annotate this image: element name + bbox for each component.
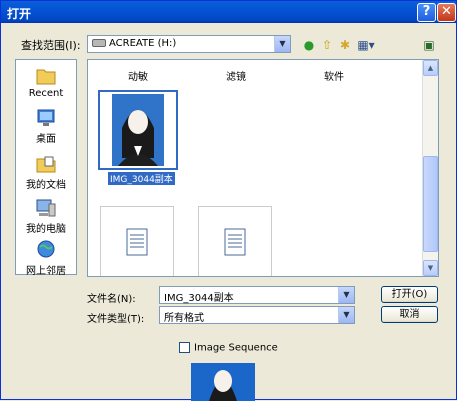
open-button[interactable]: 打开(O) bbox=[381, 286, 438, 303]
window-title: 打开 bbox=[7, 7, 32, 21]
help-button[interactable]: ? bbox=[417, 3, 436, 22]
image-sequence-label: Image Sequence bbox=[194, 342, 278, 354]
file-list: 动敏 滤镜 软件 IMG_3044副本 ▲ ▼ bbox=[87, 59, 439, 277]
scroll-down-icon[interactable]: ▼ bbox=[423, 260, 438, 276]
network-icon bbox=[37, 240, 55, 258]
filetype-dropdown[interactable]: 所有格式 ▼ bbox=[159, 306, 355, 324]
chevron-down-icon[interactable]: ▼ bbox=[338, 287, 354, 303]
place-recent[interactable]: Recent bbox=[16, 66, 76, 99]
image-preview bbox=[191, 363, 255, 401]
place-desktop[interactable]: 桌面 bbox=[16, 108, 76, 145]
place-network[interactable]: 网上邻居 bbox=[16, 240, 76, 277]
look-in-label: 查找范围(I): bbox=[21, 39, 81, 52]
new-folder-icon[interactable]: ✱ bbox=[337, 37, 353, 53]
desktop-icon bbox=[37, 109, 55, 126]
up-folder-icon[interactable]: ⇧ bbox=[319, 37, 335, 53]
close-button[interactable]: ✕ bbox=[437, 3, 456, 22]
folder-label[interactable]: 软件 bbox=[324, 68, 344, 83]
filetype-label: 文件类型(T): bbox=[87, 314, 145, 325]
folder-label[interactable]: 滤镜 bbox=[226, 68, 246, 83]
my-documents-icon bbox=[36, 156, 56, 173]
place-label: Recent bbox=[28, 88, 64, 99]
my-computer-icon bbox=[36, 199, 56, 217]
place-my-computer[interactable]: 我的电脑 bbox=[16, 198, 76, 235]
places-bar: Recent 桌面 我的文档 我的电脑 网上邻居 bbox=[15, 59, 77, 277]
place-label: 我的电脑 bbox=[26, 224, 66, 235]
image-sequence-checkbox[interactable] bbox=[179, 342, 190, 353]
photo-thumbnail bbox=[112, 94, 164, 166]
drive-icon bbox=[92, 39, 106, 47]
cancel-button[interactable]: 取消 bbox=[381, 306, 438, 323]
file-thumbnail[interactable] bbox=[198, 206, 272, 276]
place-label: 我的文档 bbox=[26, 180, 66, 191]
scroll-up-icon[interactable]: ▲ bbox=[423, 60, 438, 76]
back-icon[interactable]: ● bbox=[301, 37, 317, 53]
file-name-caption[interactable]: IMG_3044副本 bbox=[108, 172, 175, 185]
chevron-down-icon[interactable]: ▼ bbox=[274, 36, 290, 52]
place-label: 桌面 bbox=[36, 134, 56, 145]
filename-label: 文件名(N): bbox=[87, 294, 136, 305]
preview-photo bbox=[191, 363, 255, 401]
filename-value: IMG_3044副本 bbox=[164, 293, 234, 304]
place-my-documents[interactable]: 我的文档 bbox=[16, 154, 76, 191]
filetype-value: 所有格式 bbox=[164, 313, 204, 324]
folder-label[interactable]: 动敏 bbox=[128, 68, 148, 83]
title-bar: 打开 ? ✕ bbox=[1, 1, 456, 23]
document-icon bbox=[126, 228, 148, 256]
vertical-scrollbar[interactable]: ▲ ▼ bbox=[422, 60, 438, 276]
file-thumbnail-selected[interactable] bbox=[98, 90, 178, 170]
file-thumbnail[interactable] bbox=[100, 206, 174, 276]
look-in-value: ACREATE (H:) bbox=[109, 38, 177, 49]
recent-icon bbox=[36, 69, 56, 85]
open-dialog: 打开 ? ✕ 查找范围(I): ACREATE (H:) ▼ ● ⇧ ✱ ▦▾ … bbox=[0, 0, 457, 401]
image-sequence-option[interactable]: Image Sequence bbox=[179, 342, 278, 354]
look-in-dropdown[interactable]: ACREATE (H:) ▼ bbox=[87, 35, 291, 53]
scroll-thumb[interactable] bbox=[423, 156, 438, 252]
document-icon bbox=[224, 228, 246, 256]
place-label: 网上邻居 bbox=[26, 266, 66, 277]
browse-icon[interactable]: ▣ bbox=[421, 37, 437, 53]
view-menu-icon[interactable]: ▦▾ bbox=[355, 37, 377, 53]
chevron-down-icon[interactable]: ▼ bbox=[338, 307, 354, 323]
filename-input[interactable]: IMG_3044副本 ▼ bbox=[159, 286, 355, 304]
